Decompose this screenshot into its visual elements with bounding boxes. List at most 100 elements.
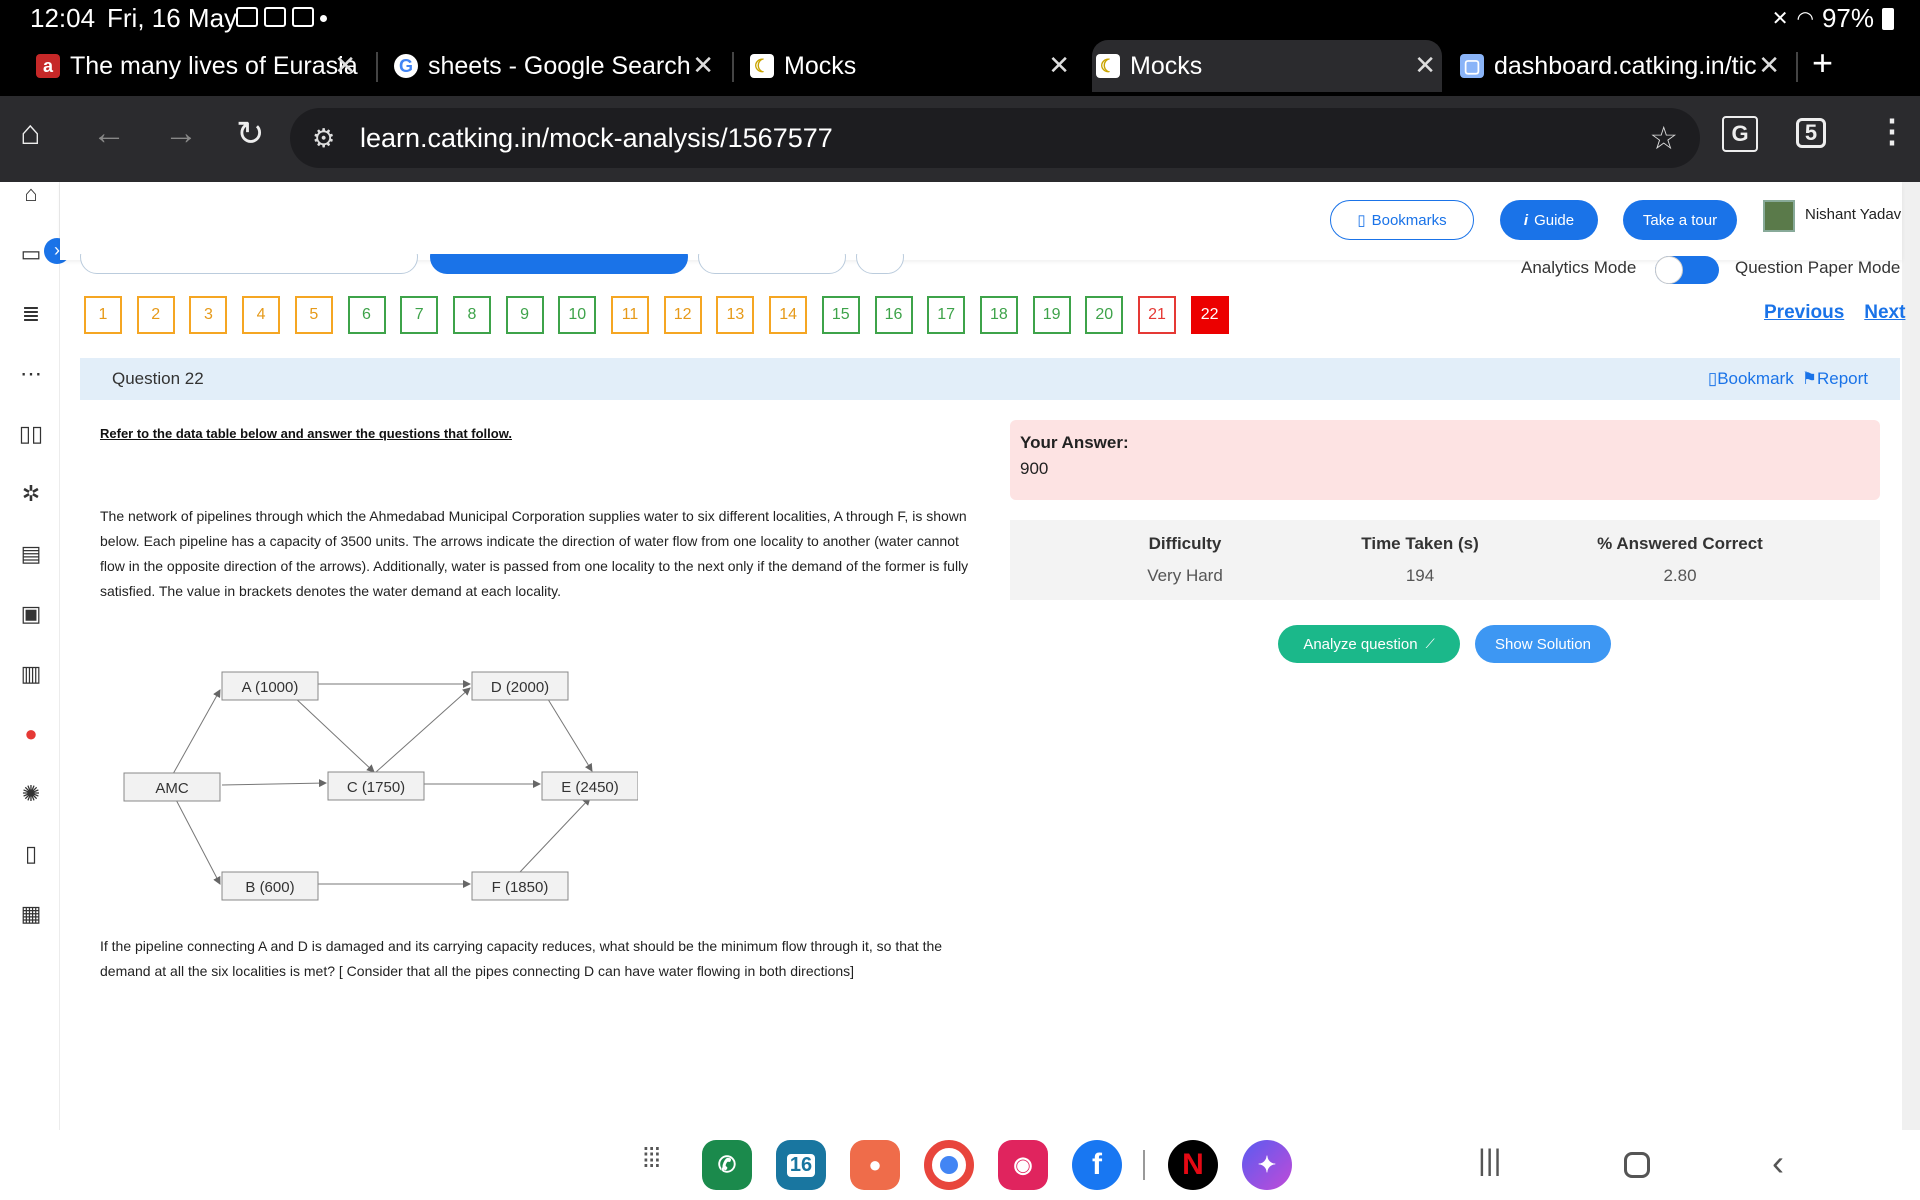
question-number-button[interactable]: 18: [979, 296, 1018, 334]
bookmarks-button[interactable]: ▯ Bookmarks: [1330, 200, 1474, 240]
question-number-button[interactable]: 13: [716, 296, 755, 334]
flag-icon: ⚑: [1801, 369, 1817, 388]
tab-eurasia[interactable]: a The many lives of Eurasia ✕: [32, 40, 362, 92]
columns-icon[interactable]: ▯▯: [18, 422, 44, 446]
phone-app-icon[interactable]: ✆: [702, 1140, 752, 1190]
menu-icon[interactable]: ⋮: [1876, 112, 1908, 150]
tab-google-search[interactable]: G sheets - Google Search ✕: [390, 40, 720, 92]
close-tab-icon[interactable]: ✕: [1048, 50, 1070, 81]
app-drawer-icon[interactable]: ⁞⁞⁞: [642, 1142, 661, 1174]
tab-title: dashboard.catking.in/tick: [1494, 51, 1770, 80]
question-number-button[interactable]: 16: [874, 296, 913, 334]
recent-apps-icon[interactable]: |||: [1478, 1144, 1501, 1178]
passage-text: The network of pipelines through which t…: [100, 508, 969, 599]
calendar-date: 16: [786, 1153, 816, 1177]
question-number-button[interactable]: 6: [347, 296, 386, 334]
home-icon[interactable]: ⌂: [18, 182, 44, 206]
user-name[interactable]: Nishant Yadav: [1805, 206, 1901, 223]
question-number-button[interactable]: 14: [769, 296, 808, 334]
close-tab-icon[interactable]: ✕: [334, 50, 356, 81]
url-field[interactable]: ⚙ learn.catking.in/mock-analysis/1567577…: [290, 108, 1700, 168]
question-number-button[interactable]: 8: [452, 296, 491, 334]
bookmark-icon[interactable]: ▯: [18, 842, 44, 866]
netflix-app-icon[interactable]: N: [1168, 1140, 1218, 1190]
forward-icon[interactable]: →: [164, 114, 198, 153]
question-number-button[interactable]: 7: [400, 296, 439, 334]
battery-icon: [1882, 7, 1894, 30]
analytics-icon[interactable]: ▦: [18, 902, 44, 926]
tab-dashboard[interactable]: ▢ dashboard.catking.in/tick ✕: [1456, 40, 1786, 92]
home-icon[interactable]: ⌂: [20, 114, 41, 153]
section-tab[interactable]: [80, 254, 418, 274]
node-e: E (2450): [541, 771, 638, 801]
tab-count-button[interactable]: 5: [1796, 118, 1826, 148]
notes-icon[interactable]: ▤: [18, 542, 44, 566]
bookmark-link[interactable]: ▯Bookmark: [1708, 369, 1794, 389]
question-number-button[interactable]: 20: [1085, 296, 1124, 334]
contacts-app-icon[interactable]: ●: [850, 1140, 900, 1190]
close-tab-icon[interactable]: ✕: [692, 50, 714, 81]
tab-mocks-1[interactable]: ☾ Mocks ✕: [746, 40, 1076, 92]
site-settings-icon[interactable]: ⚙: [312, 108, 335, 168]
take-a-tour-button[interactable]: Take a tour: [1623, 200, 1737, 240]
book-icon[interactable]: ▭: [18, 242, 44, 266]
close-tab-icon[interactable]: ✕: [1414, 50, 1436, 81]
next-link[interactable]: Next: [1864, 302, 1905, 323]
bookmark-star-icon[interactable]: ☆: [1649, 108, 1678, 168]
tab-title: Mocks: [784, 51, 857, 80]
network-icon[interactable]: ✺: [18, 782, 44, 806]
notification-icons: [236, 7, 327, 27]
question-number-button[interactable]: 10: [558, 296, 597, 334]
camera-app-icon[interactable]: ◉: [998, 1140, 1048, 1190]
section-tab[interactable]: [856, 254, 904, 274]
close-tab-icon[interactable]: ✕: [1758, 50, 1780, 81]
question-number-button[interactable]: 12: [663, 296, 702, 334]
monitor-icon[interactable]: ▣: [18, 602, 44, 626]
more-dots-icon[interactable]: ⋯: [18, 362, 44, 386]
show-solution-button[interactable]: Show Solution: [1475, 625, 1611, 663]
ai-app-icon[interactable]: ✦: [1242, 1140, 1292, 1190]
back-button-icon[interactable]: ‹: [1772, 1142, 1784, 1184]
pipe-amc-a: [172, 689, 221, 775]
question-number-button[interactable]: 22: [1190, 296, 1229, 334]
avatar[interactable]: [1763, 200, 1795, 232]
mentor-icon[interactable]: ✲: [18, 482, 44, 506]
question-number-button[interactable]: 5: [294, 296, 333, 334]
question-number-button[interactable]: 19: [1032, 296, 1071, 334]
question-number-button[interactable]: 15: [821, 296, 860, 334]
calendar-app-icon[interactable]: 16: [776, 1140, 826, 1190]
analyze-question-button[interactable]: Analyze question ⟋: [1278, 625, 1460, 663]
question-number-button[interactable]: 11: [611, 296, 649, 334]
translate-icon[interactable]: G: [1722, 116, 1758, 152]
node-d-label: D (2000): [491, 679, 549, 696]
mode-toggle[interactable]: [1655, 256, 1719, 284]
question-number-button[interactable]: 9: [505, 296, 544, 334]
facebook-app-icon[interactable]: f: [1072, 1140, 1122, 1190]
list-icon[interactable]: ≣: [18, 302, 44, 326]
back-icon[interactable]: ←: [92, 114, 126, 153]
question-number-button[interactable]: 21: [1138, 296, 1176, 334]
tab-mocks-active[interactable]: ☾ Mocks ✕: [1092, 40, 1442, 92]
question-number-button[interactable]: 3: [189, 296, 228, 334]
previous-link[interactable]: Previous: [1764, 302, 1844, 323]
section-tab-active[interactable]: [430, 254, 688, 274]
chrome-app-icon[interactable]: [924, 1140, 974, 1190]
section-tab[interactable]: [698, 254, 846, 274]
tickets-icon[interactable]: ▥: [18, 662, 44, 686]
guide-button[interactable]: i Guide: [1500, 200, 1598, 240]
more-dot-icon: [320, 15, 327, 22]
bookmark-icon: ▯: [1707, 369, 1718, 388]
reload-icon[interactable]: ↻: [236, 114, 265, 154]
question-number-button[interactable]: 1: [84, 296, 122, 334]
report-link[interactable]: ⚑Report: [1802, 369, 1868, 389]
free-badge-icon[interactable]: ●: [18, 722, 44, 746]
question-number-button[interactable]: 2: [136, 296, 175, 334]
scrollbar[interactable]: [1902, 182, 1920, 1130]
question-number-button[interactable]: 4: [242, 296, 281, 334]
new-tab-button[interactable]: +: [1812, 42, 1833, 84]
pipeline-network-diagram: AMC A (1000) B (600) C (1750) D (2000) E…: [123, 671, 638, 901]
question-number-button[interactable]: 17: [927, 296, 966, 334]
answered-correct-value: 2.80: [1663, 566, 1697, 585]
home-button-icon[interactable]: [1624, 1152, 1650, 1178]
node-c-label: C (1750): [347, 779, 405, 796]
